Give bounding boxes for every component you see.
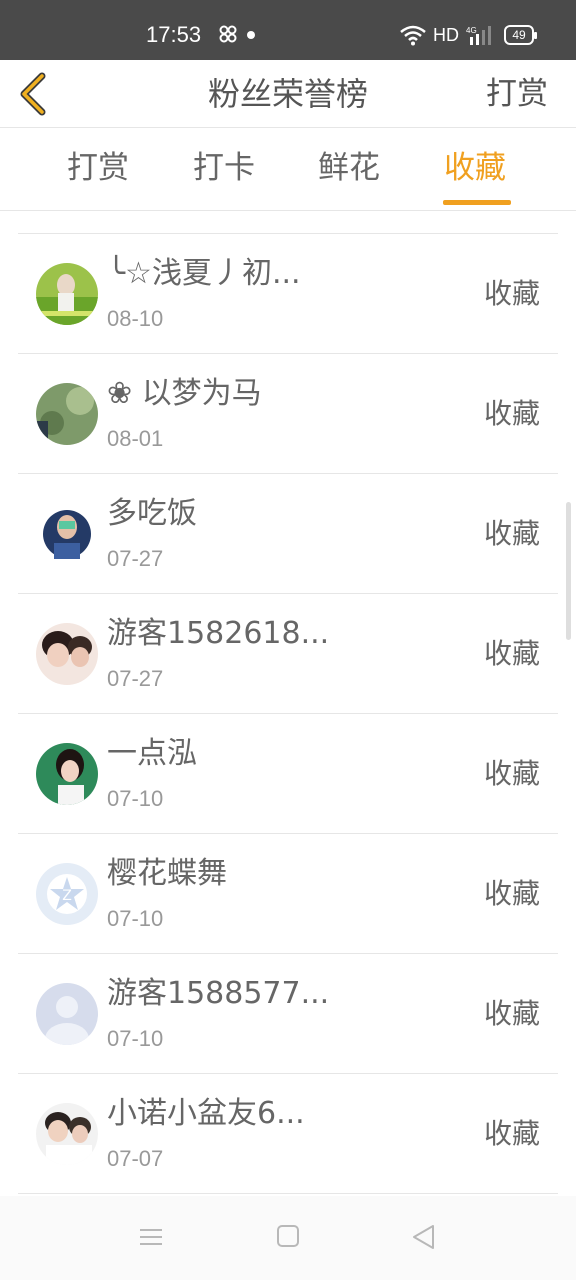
system-nav-bar: [0, 1196, 576, 1280]
list-item[interactable]: Z 樱花蝶舞 07-10 收藏: [18, 834, 558, 954]
network-type-label: HD: [433, 25, 459, 45]
home-square-icon[interactable]: [270, 1222, 306, 1252]
avatar: [36, 623, 98, 685]
status-bar: 17:53 HD 4G 49: [0, 0, 576, 60]
reward-button[interactable]: 打赏: [486, 74, 548, 114]
menu-icon[interactable]: [133, 1222, 169, 1252]
favorite-date: 07-10: [107, 906, 164, 931]
status-time: 17:53: [146, 22, 202, 47]
list-item[interactable]: 游客1582618... 07-27 收藏: [18, 594, 558, 714]
avatar: [36, 503, 98, 565]
list-item[interactable]: ╰☆浅夏丿初... 08-10 收藏: [18, 234, 558, 354]
active-tab-indicator: [443, 200, 511, 205]
header: 粉丝荣誉榜 打赏: [0, 60, 576, 128]
user-name: ❀ 以梦为马: [107, 376, 262, 411]
scrollbar[interactable]: [566, 502, 571, 640]
notification-dot-icon: [247, 31, 255, 39]
avatar: [36, 983, 98, 1045]
favorite-label: 收藏: [483, 1117, 540, 1150]
favorite-label: 收藏: [483, 877, 540, 910]
user-name: 一点泓: [107, 736, 197, 771]
favorite-date: 07-10: [107, 786, 164, 811]
signal-label: 4G: [466, 26, 477, 35]
svg-text:Z: Z: [62, 888, 72, 904]
cell-signal-icon: 4G: [466, 26, 491, 45]
avatar: [36, 383, 98, 445]
user-name: 小诺小盆友6...: [107, 1096, 305, 1131]
app-notification-icon: [219, 25, 237, 43]
favorite-label: 收藏: [483, 637, 540, 670]
favorite-label: 收藏: [483, 277, 540, 310]
list-item[interactable]: 多吃饭 07-27 收藏: [18, 474, 558, 594]
favorite-date: 07-07: [107, 1146, 164, 1171]
list-item[interactable]: 小诺小盆友6... 07-07 收藏: [18, 1074, 558, 1194]
tab-bar: 打赏 打卡 鲜花 收藏: [0, 128, 576, 211]
tab-checkin[interactable]: 打卡: [193, 148, 255, 188]
list-item[interactable]: 游客1588577... 07-10 收藏: [18, 954, 558, 1074]
favorite-label: 收藏: [483, 757, 540, 790]
favorite-date: 08-10: [107, 306, 164, 331]
user-name: 游客1588577...: [107, 976, 330, 1011]
favorite-date: 07-10: [107, 1026, 164, 1051]
user-name: 樱花蝶舞: [107, 856, 227, 891]
tab-favorites[interactable]: 收藏: [444, 148, 506, 188]
list-item[interactable]: 一点泓 07-10 收藏: [18, 714, 558, 834]
favorite-date: 07-27: [107, 666, 164, 691]
wifi-icon: [400, 25, 426, 46]
favorite-date: 07-27: [107, 546, 164, 571]
tab-reward[interactable]: 打赏: [67, 148, 129, 188]
avatar: [36, 743, 98, 805]
favorite-date: 08-01: [107, 426, 164, 451]
avatar: Z: [36, 863, 98, 925]
list-item[interactable]: ❀ 以梦为马 08-01 收藏: [18, 354, 558, 474]
user-name: 游客1582618...: [107, 616, 330, 651]
favorite-label: 收藏: [483, 397, 540, 430]
battery-icon: 49: [504, 25, 537, 45]
avatar: [36, 263, 98, 325]
user-name: ╰☆浅夏丿初...: [107, 256, 301, 291]
user-name: 多吃饭: [107, 496, 197, 531]
back-triangle-icon[interactable]: [406, 1222, 442, 1252]
favorite-label: 收藏: [483, 997, 540, 1030]
favorite-label: 收藏: [483, 517, 540, 550]
tab-flowers[interactable]: 鲜花: [318, 148, 380, 188]
fan-list: ╰☆浅夏丿初... 08-10 收藏 ❀ 以梦为马 08-01 收藏 多吃饭 0…: [18, 233, 558, 1194]
avatar: [36, 1103, 98, 1165]
